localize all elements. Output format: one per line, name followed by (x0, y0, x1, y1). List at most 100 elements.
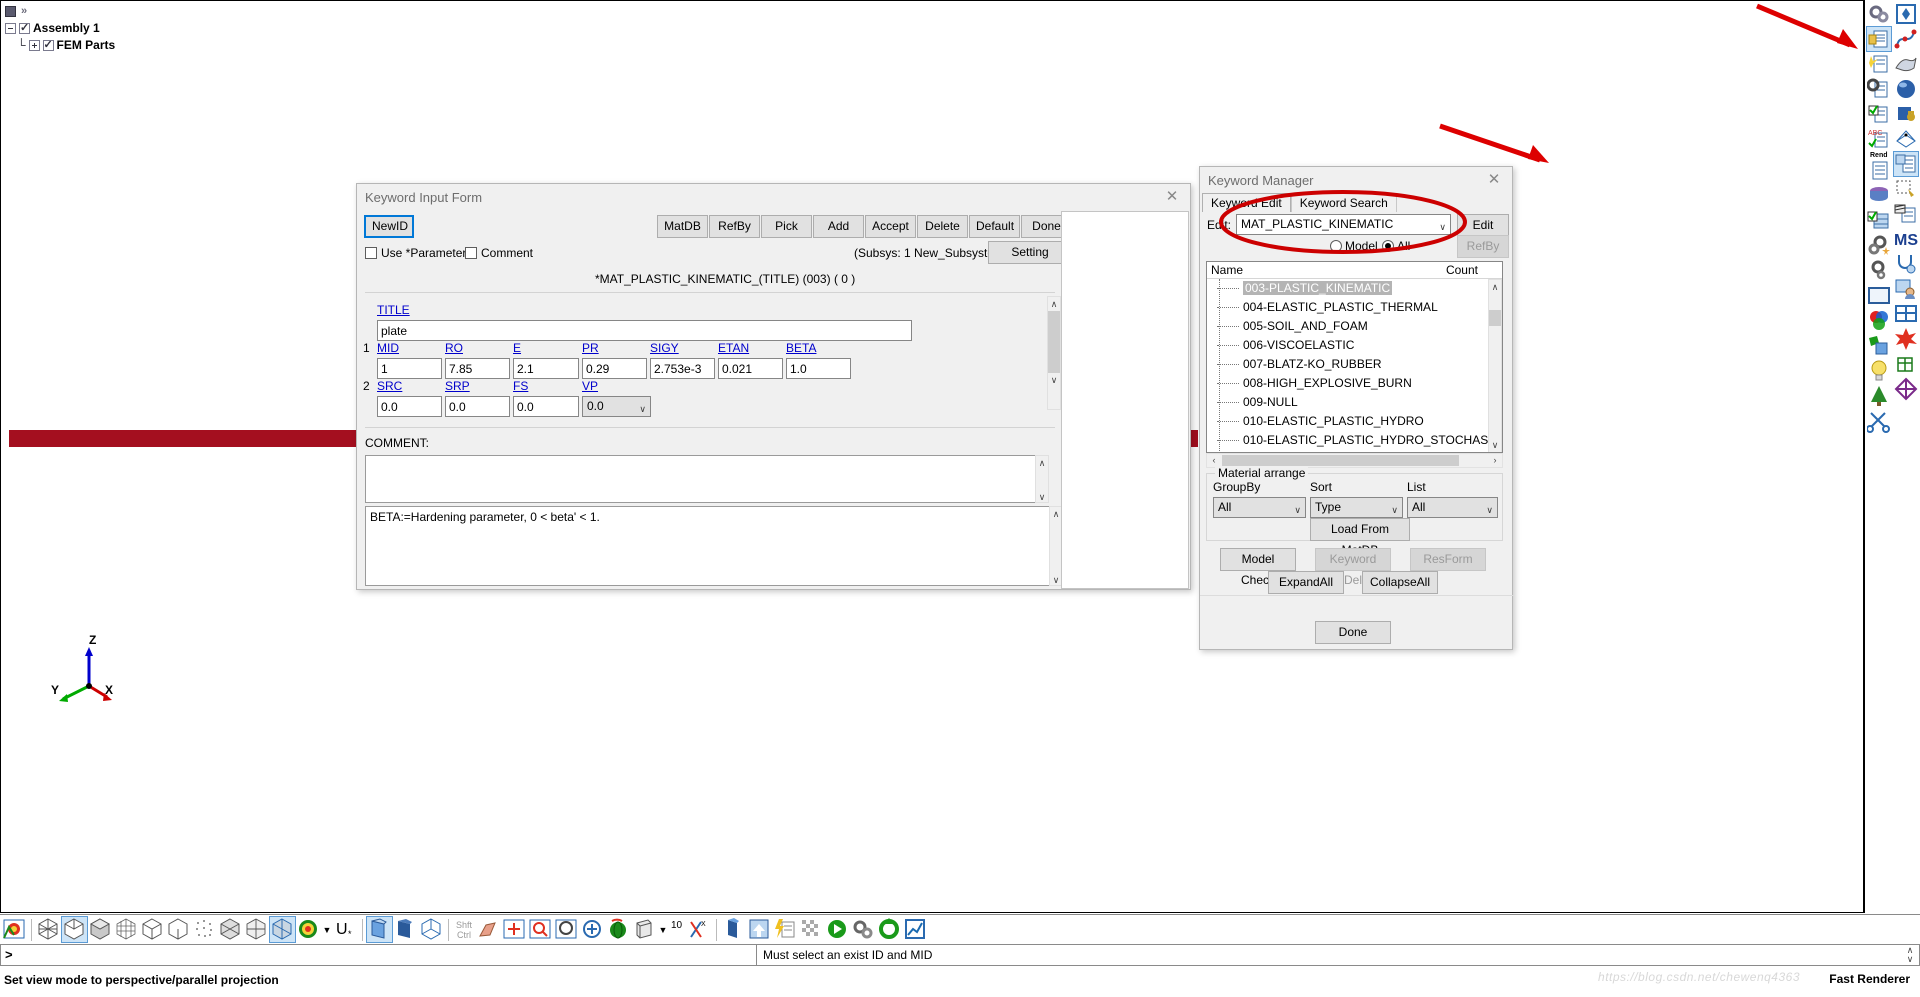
fringe-plot-icon[interactable] (296, 917, 321, 942)
grid-table-icon[interactable] (1894, 302, 1918, 326)
shaded-grey-icon[interactable] (88, 917, 113, 942)
close-icon[interactable]: ✕ (1484, 171, 1504, 189)
default-button[interactable]: Default (969, 215, 1020, 238)
radio-icon-selected[interactable] (1382, 240, 1394, 252)
title-input[interactable] (377, 320, 912, 341)
comment-scrollbar[interactable]: ∧ ∨ (1035, 455, 1049, 503)
scroll-down-icon[interactable]: ∨ (1048, 373, 1060, 387)
delete-button[interactable]: Delete (917, 215, 968, 238)
keyword-grid-selected-icon[interactable] (1893, 151, 1920, 177)
gear-dot-icon[interactable] (1867, 259, 1891, 283)
part-icon[interactable] (721, 917, 746, 942)
plot-icon[interactable] (903, 917, 928, 942)
comment-checkbox[interactable]: Comment (465, 246, 533, 260)
ro-link[interactable]: RO (445, 341, 463, 355)
chevron-right-icon[interactable]: » (21, 3, 27, 20)
blank-window-icon[interactable] (1867, 284, 1891, 308)
scrollbar-thumb[interactable] (1489, 310, 1501, 326)
mesh-dense-icon[interactable] (114, 917, 139, 942)
vp-dropdown[interactable]: 0.0 ∨ (582, 396, 651, 417)
tree-checkbox-icon[interactable] (42, 37, 54, 54)
edit-button[interactable]: Edit (1457, 214, 1509, 237)
matdb-button[interactable]: MatDB (657, 215, 708, 238)
scroll-right-icon[interactable]: › (1488, 454, 1502, 467)
pr-link[interactable]: PR (582, 341, 599, 355)
scrollbar-thumb[interactable] (1048, 311, 1060, 373)
scrollbar-track[interactable] (1036, 470, 1048, 490)
scroll-down-icon[interactable]: ∨ (1036, 490, 1048, 504)
recycle-icon[interactable] (877, 917, 902, 942)
tree-checkbox-icon[interactable] (19, 20, 30, 37)
contour-fringe-icon[interactable] (2, 917, 27, 942)
scroll-up-icon[interactable]: ∧ (1036, 456, 1048, 470)
srp-link[interactable]: SRP (445, 379, 470, 393)
check-list-icon[interactable] (1867, 102, 1891, 126)
mid-input[interactable] (377, 358, 442, 379)
mesh-box-icon[interactable] (1894, 352, 1918, 376)
unit-icon[interactable]: U * (333, 917, 358, 942)
list-item[interactable]: 004-ELASTIC_PLASTIC_THERMAL (1207, 298, 1502, 317)
tab-keyword-edit[interactable]: Keyword Edit (1202, 193, 1291, 212)
stethoscope-icon[interactable] (1894, 252, 1918, 276)
fs-input[interactable] (513, 396, 579, 417)
list-item[interactable]: 003-PLASTIC_KINEMATIC (1207, 279, 1502, 298)
vp-link[interactable]: VP (582, 379, 598, 393)
ms-icon[interactable]: MS (1894, 227, 1918, 251)
lock-cube-icon[interactable] (1894, 102, 1918, 126)
gear-star-icon[interactable] (1867, 234, 1891, 258)
list-item[interactable]: 007-BLATZ-KO_RUBBER (1207, 355, 1502, 374)
use-parameter-checkbox[interactable]: Use *Parameter (365, 246, 466, 260)
ro-input[interactable] (445, 358, 510, 379)
pr-input[interactable] (582, 358, 647, 379)
zoom-window-icon[interactable] (528, 917, 553, 942)
render-list-icon[interactable] (1867, 159, 1891, 183)
surface-patch-icon[interactable] (1894, 52, 1918, 76)
src-input[interactable] (377, 396, 442, 417)
solid-blue-icon[interactable] (393, 917, 418, 942)
zoom-in-icon[interactable] (580, 917, 605, 942)
scroll-up-icon[interactable]: ∧ (1489, 280, 1501, 294)
wireframe-box-icon[interactable] (419, 917, 444, 942)
gear-list-icon[interactable] (1866, 77, 1891, 101)
comment-textarea[interactable] (365, 455, 1037, 503)
e-link[interactable]: E (513, 341, 521, 355)
list-item[interactable]: 006-VISCOELASTIC (1207, 336, 1502, 355)
sigy-link[interactable]: SIGY (650, 341, 679, 355)
hidden-line-icon[interactable] (140, 917, 165, 942)
list-item[interactable]: 009-NULL (1207, 393, 1502, 412)
list-item[interactable]: 008-HIGH_EXPLOSIVE_BURN (1207, 374, 1502, 393)
accept-button[interactable]: Accept (865, 215, 916, 238)
point-cloud-icon[interactable] (192, 917, 217, 942)
lightning-list-icon[interactable] (773, 917, 798, 942)
model-check-button[interactable]: Model Check (1220, 548, 1296, 587)
keyword-list-selected-icon[interactable] (1865, 26, 1892, 52)
keyword-input-form-dialog[interactable]: Keyword Input Form ✕ NewID MatDB RefBy P… (356, 183, 1191, 590)
bulb-icon[interactable] (1867, 359, 1891, 383)
checkbox-icon[interactable] (365, 247, 377, 259)
pick-button[interactable]: Pick (761, 215, 812, 238)
abc-list-icon[interactable]: ABC (1867, 127, 1891, 151)
caret-icon[interactable]: ▼ (658, 925, 668, 935)
spline-curve-icon[interactable] (1894, 27, 1918, 51)
bottom-toolbar[interactable]: ▼ U * Shft Ctrl ▼ 10 X (0, 914, 1920, 944)
keyword-manager-dialog[interactable]: Keyword Manager ✕ Keyword Edit Keyword Se… (1199, 166, 1514, 650)
e-input[interactable] (513, 358, 579, 379)
color-wheel-icon[interactable] (1867, 309, 1891, 333)
zoom-icon[interactable] (554, 917, 579, 942)
tab-keyword-search[interactable]: Keyword Search (1290, 193, 1397, 212)
load-from-matdb-button[interactable]: Load From MatDB (1310, 518, 1410, 557)
assembly-icon[interactable] (1894, 377, 1918, 401)
mid-link[interactable]: MID (377, 341, 399, 355)
done-button[interactable]: Done (1315, 621, 1391, 644)
tree-item-assembly[interactable]: Assembly 1 (5, 20, 115, 37)
right-toolbar-column-2[interactable]: MS (1893, 0, 1920, 913)
chevron-down-icon[interactable]: ∨ (1486, 501, 1493, 520)
rotate-globe-icon[interactable] (606, 917, 631, 942)
annotate-icon[interactable] (1867, 334, 1891, 358)
spark-list-icon[interactable] (1867, 52, 1891, 76)
chevron-down-icon[interactable]: ∨ (1294, 501, 1301, 520)
tree-item-fem-parts[interactable]: └ FEM Parts (5, 37, 115, 54)
expandall-button[interactable]: ExpandAll (1268, 571, 1344, 594)
srp-input[interactable] (445, 396, 510, 417)
list-item[interactable]: 010-ELASTIC_PLASTIC_HYDRO_STOCHASTIC (1207, 431, 1502, 450)
